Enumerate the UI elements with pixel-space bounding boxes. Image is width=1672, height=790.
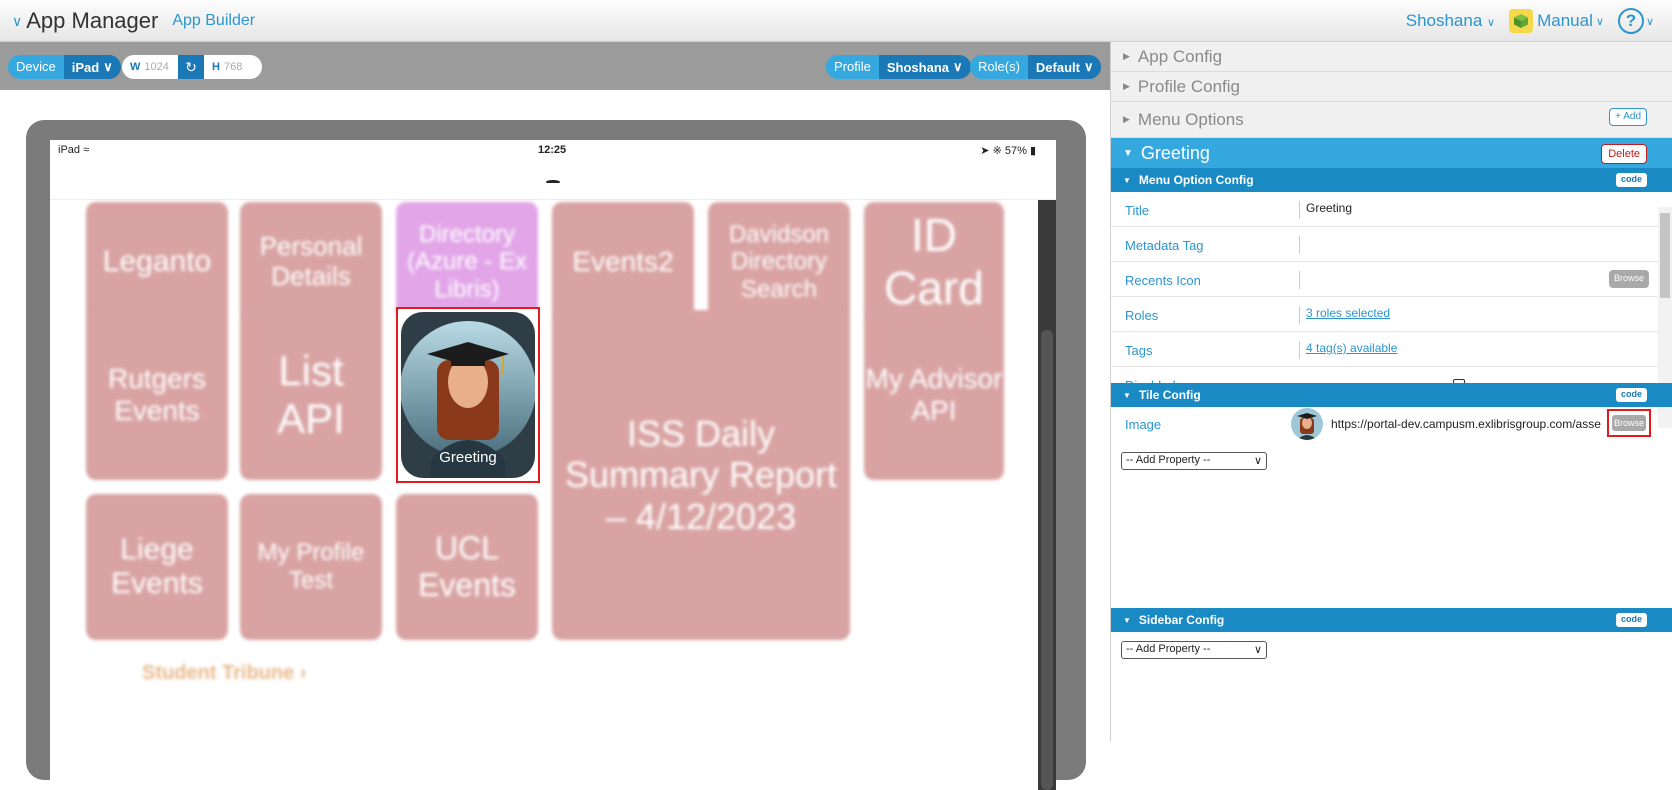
field-recents-icon: Recents Icon Browse	[1111, 262, 1659, 297]
caret-down-icon: ▼	[1123, 175, 1131, 185]
chevron-down-icon: ∨	[1253, 455, 1262, 467]
menu-option-config-header[interactable]: ▼ Menu Option Config code	[1111, 168, 1672, 192]
caret-down-icon: ▼	[1123, 147, 1133, 159]
user-menu[interactable]: Shoshana ∨	[1406, 11, 1495, 31]
field-metadata-tag: Metadata Tag	[1111, 227, 1659, 262]
device-selector[interactable]: Device iPad ∨	[8, 55, 121, 79]
section-profile-config[interactable]: ▶ Profile Config	[1111, 72, 1672, 102]
tile-leganto[interactable]: Leganto	[86, 202, 228, 322]
roles-selector[interactable]: Role(s) Default ∨	[970, 55, 1102, 79]
delete-button[interactable]: Delete	[1601, 144, 1647, 164]
code-button[interactable]: code	[1615, 173, 1647, 187]
field-title: Title Greeting	[1111, 192, 1659, 227]
device-controls: Device iPad ∨ W 1024 ↻ H 768 Profile Shosha…	[0, 42, 1110, 90]
pull-handle-icon[interactable]	[546, 180, 560, 184]
title-input[interactable]: Greeting	[1299, 201, 1352, 219]
profile-selector[interactable]: Profile Shoshana ∨	[826, 55, 971, 79]
status-bar: iPad ≈ 12:25 ➤ ※ 57% ▮	[58, 144, 1036, 157]
rotate-icon[interactable]: ↻	[178, 55, 204, 79]
height-input[interactable]: H 768	[204, 61, 242, 73]
tile-davidson-directory[interactable]: Davidson Directory Search	[708, 202, 850, 322]
tile-add-property-select[interactable]: -- Add Property -- ∨	[1121, 452, 1267, 470]
add-menu-option-button[interactable]: + Add	[1609, 108, 1647, 126]
student-tribune-link[interactable]: Student Tribune ›	[142, 662, 306, 685]
greeting-header[interactable]: ▼ Greeting Delete	[1111, 138, 1672, 168]
chevron-down-icon: ∨	[1253, 644, 1262, 656]
section-menu-options[interactable]: ▶ Menu Options + Add	[1111, 102, 1672, 138]
wifi-icon: ≈	[83, 144, 90, 156]
caret-down-icon: ▼	[1123, 615, 1131, 625]
sidebar-config-header[interactable]: ▼ Sidebar Config code	[1111, 608, 1672, 632]
chevron-down-icon: ∨	[1083, 59, 1094, 74]
code-button[interactable]: code	[1615, 388, 1647, 402]
image-url-input[interactable]: https://portal-dev.campusm.exlibrisgroup…	[1331, 417, 1601, 431]
roles-link[interactable]: 3 roles selected	[1299, 306, 1390, 324]
greeting-tile-label: Greeting	[439, 449, 497, 466]
app-manager-menu[interactable]: ∨ App Manager App Builder	[12, 8, 255, 34]
graduate-thumbnail-icon	[1291, 408, 1323, 440]
tile-ucl-events[interactable]: UCL Events	[396, 494, 538, 640]
app-title: App Manager	[26, 8, 159, 33]
tile-config-header[interactable]: ▼ Tile Config code	[1111, 383, 1672, 407]
top-header: ∨ App Manager App Builder Shoshana ∨ Man…	[0, 0, 1672, 42]
dimension-inputs: W 1024 ↻ H 768	[122, 55, 262, 79]
caret-right-icon: ▶	[1123, 51, 1130, 61]
help-menu[interactable]: ? ∨	[1617, 8, 1654, 34]
chevron-down-icon: ∨	[1595, 15, 1604, 28]
recents-icon-input[interactable]	[1299, 271, 1306, 289]
tile-liege-events[interactable]: Liege Events	[86, 494, 228, 640]
sidebar-add-property-select[interactable]: -- Add Property -- ∨	[1121, 641, 1267, 659]
caret-right-icon: ▶	[1123, 114, 1130, 124]
chevron-down-icon: ∨	[12, 12, 23, 29]
tile-id-card[interactable]: ID Card	[864, 202, 1004, 322]
location-icon: ➤	[980, 145, 990, 157]
code-button[interactable]: code	[1615, 613, 1647, 627]
tile-rutgers-events[interactable]: Rutgers Events	[86, 310, 228, 480]
recents-browse-button[interactable]: Browse	[1608, 270, 1649, 288]
section-app-config[interactable]: ▶ App Config	[1111, 42, 1672, 72]
help-icon: ?	[1617, 8, 1644, 34]
tile-events2[interactable]: Events2	[552, 202, 694, 322]
nav-strip	[50, 162, 1056, 200]
config-panel: ▶ App Config ▶ Profile Config ▶ Menu Opt…	[1110, 42, 1672, 742]
manual-menu[interactable]: Manual ∨	[1509, 9, 1604, 33]
tile-personal-details[interactable]: Personal Details	[240, 202, 382, 322]
tile-iss-daily-summary[interactable]: ISS Daily Summary Report – 4/12/2023	[552, 310, 850, 640]
metadata-tag-input[interactable]	[1299, 236, 1306, 254]
image-browse-button[interactable]: Browse	[1607, 409, 1651, 437]
header-right: Shoshana ∨ Manual ∨ ? ∨	[1406, 8, 1654, 34]
cube-icon	[1509, 9, 1534, 33]
field-tags: Tags 4 tag(s) available	[1111, 332, 1659, 367]
preview-area: Device iPad ∨ W 1024 ↻ H 768 Profile Shosha…	[0, 42, 1110, 790]
greeting-tile[interactable]: Greeting	[396, 307, 540, 483]
chevron-down-icon: ∨	[1487, 17, 1496, 29]
field-image: Image https://portal-dev.campusm.exlibri…	[1111, 406, 1672, 442]
caret-down-icon: ▼	[1123, 390, 1131, 400]
tags-link[interactable]: 4 tag(s) available	[1299, 341, 1397, 359]
caret-right-icon: ▶	[1123, 81, 1130, 91]
device-scrollbar[interactable]	[1038, 200, 1056, 790]
chevron-down-icon: ∨	[952, 59, 963, 74]
ipad-frame: iPad ≈ 12:25 ➤ ※ 57% ▮ Leganto Personal …	[26, 120, 1086, 790]
tile-my-advisor-api[interactable]: My Advisor API	[864, 310, 1004, 480]
tile-list-api[interactable]: List API	[240, 310, 382, 480]
tile-directory[interactable]: Directory (Azure - Ex Libris)	[396, 202, 538, 322]
app-builder-link[interactable]: App Builder	[172, 12, 255, 30]
chevron-down-icon: ∨	[103, 59, 113, 74]
tile-my-profile-test[interactable]: My Profile Test	[240, 494, 382, 640]
field-roles: Roles 3 roles selected	[1111, 297, 1659, 332]
width-input[interactable]: W 1024	[122, 61, 178, 73]
battery-icon: ▮	[1029, 145, 1036, 157]
device-screen: iPad ≈ 12:25 ➤ ※ 57% ▮ Leganto Personal …	[50, 140, 1056, 790]
chevron-right-icon: ›	[299, 662, 307, 684]
chevron-down-icon: ∨	[1645, 15, 1654, 28]
bluetooth-icon: ※	[992, 145, 1002, 157]
